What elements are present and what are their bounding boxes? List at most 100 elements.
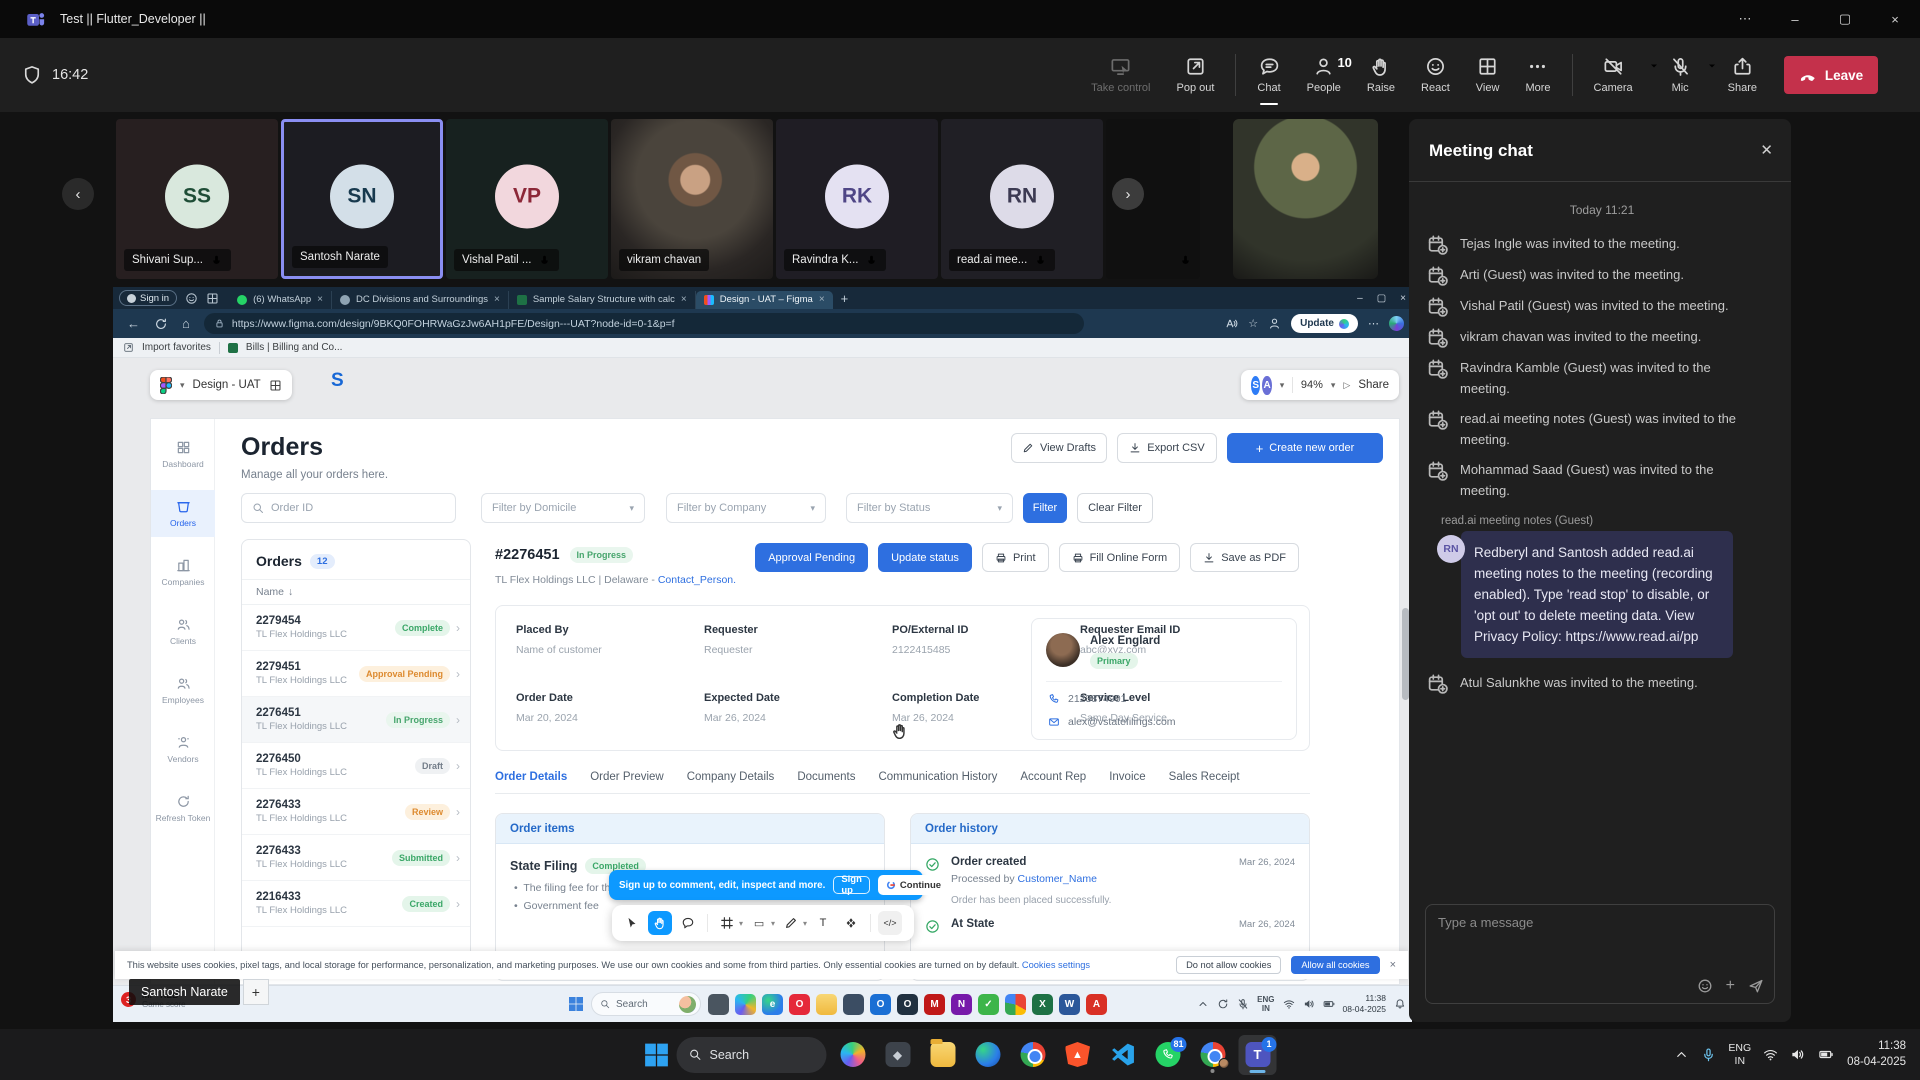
message-input[interactable]: Type a message +	[1425, 904, 1775, 1004]
battery-icon[interactable]	[1323, 998, 1335, 1010]
import-favorites[interactable]: Import favorites	[142, 342, 211, 353]
copilot-app[interactable]	[834, 1035, 872, 1075]
teams-app[interactable]: T 1	[1239, 1035, 1277, 1075]
start-button[interactable]	[644, 1042, 670, 1068]
calculator-icon[interactable]	[843, 994, 864, 1015]
tab-close-icon[interactable]: ×	[494, 294, 500, 305]
participant-tile[interactable]: RN read.ai mee...	[941, 119, 1103, 279]
word-icon[interactable]: W	[1059, 994, 1080, 1015]
present-icon[interactable]: ▷	[1343, 380, 1350, 391]
control-button[interactable]: People 10	[1294, 38, 1354, 112]
read-aloud-icon[interactable]	[1225, 317, 1238, 330]
favorite-star-icon[interactable]: ☆	[1248, 317, 1258, 330]
edge-icon[interactable]: e	[762, 994, 783, 1015]
strip-prev-button[interactable]: ‹	[62, 178, 94, 210]
chat-messages[interactable]: Today 11:21 Tejas Ingle was invited to t…	[1427, 193, 1777, 882]
control-button[interactable]: View	[1463, 38, 1513, 112]
save-as-pdf-button[interactable]: Save as PDF	[1190, 543, 1299, 572]
sidebar-item[interactable]: Employees	[151, 667, 215, 714]
edge-app[interactable]	[969, 1035, 1007, 1075]
control-button[interactable]	[1235, 54, 1236, 96]
acrobat-icon[interactable]: A	[1086, 994, 1107, 1015]
create-order-button[interactable]: +Create new order	[1227, 433, 1383, 463]
dev-mode-icon[interactable]: </>	[878, 911, 902, 935]
window-close-button[interactable]: ×	[1870, 0, 1920, 38]
figma-menu-chevron[interactable]: ▾	[180, 380, 185, 391]
detail-tab[interactable]: Order Preview	[590, 771, 664, 785]
sync-icon[interactable]	[1217, 998, 1229, 1010]
order-row[interactable]: 2216433 TL Flex Holdings LLC Created ›	[242, 881, 470, 927]
tab-close-icon[interactable]: ×	[819, 294, 825, 305]
cookie-close-icon[interactable]: ×	[1390, 959, 1396, 971]
wifi-icon[interactable]	[1763, 1047, 1778, 1062]
fill-online-form-button[interactable]: Fill Online Form	[1059, 543, 1181, 572]
chevron-up-icon[interactable]	[1674, 1047, 1689, 1062]
order-row[interactable]: 2276433 TL Flex Holdings LLC Submitted ›	[242, 835, 470, 881]
control-button[interactable]: Take control	[1078, 38, 1163, 112]
print-button[interactable]: Print	[982, 543, 1049, 572]
leave-button[interactable]: Leave	[1784, 56, 1878, 94]
window-minimize-button[interactable]: –	[1770, 0, 1820, 38]
hand-tool-icon[interactable]	[648, 911, 672, 935]
control-button[interactable]: Share	[1715, 38, 1770, 112]
mcafee-icon[interactable]: M	[924, 994, 945, 1015]
brave-app[interactable]: ▲	[1059, 1035, 1097, 1075]
copilot-tab-icon[interactable]	[185, 292, 198, 305]
customer-link[interactable]: Customer_Name	[1018, 873, 1097, 885]
sidebar-item[interactable]: Refresh Token	[151, 785, 215, 832]
opera-icon[interactable]: O	[789, 994, 810, 1015]
chrome-notif-icon[interactable]	[1005, 994, 1026, 1015]
window-more-button[interactable]: ⋯	[1720, 0, 1770, 38]
folder-icon[interactable]	[816, 994, 837, 1015]
clock[interactable]: 11:3808-04-2025	[1847, 1039, 1906, 1070]
chevron-up-icon[interactable]	[1197, 998, 1209, 1010]
approval-pending-button[interactable]: Approval Pending	[755, 543, 868, 572]
filter-status-select[interactable]: Filter by Status▾	[846, 493, 1013, 523]
control-button[interactable]: Mic	[1657, 38, 1715, 112]
detail-tab[interactable]: Order Details	[495, 771, 567, 785]
control-button[interactable]: Camera	[1581, 38, 1657, 112]
participant-tile[interactable]: SN Santosh Narate	[281, 119, 443, 279]
shape-tool-icon[interactable]: ▭	[747, 911, 771, 935]
participant-tile[interactable]: VP Vishal Patil ...	[446, 119, 608, 279]
shared-clock[interactable]: 11:3808-04-2025	[1343, 993, 1386, 1015]
detail-tab[interactable]: Invoice	[1109, 771, 1145, 785]
browser-close[interactable]: ×	[1400, 293, 1406, 304]
speaker-icon[interactable]	[1303, 998, 1315, 1010]
new-tab-button[interactable]: +	[841, 291, 849, 306]
sidebar-item[interactable]: Companies	[151, 549, 215, 596]
order-row[interactable]: 2276451 TL Flex Holdings LLC In Progress…	[242, 697, 470, 743]
participant-tile[interactable]: RK Ravindra K...	[776, 119, 938, 279]
tab-close-icon[interactable]: ×	[681, 294, 687, 305]
filter-apply-button[interactable]: Filter	[1023, 493, 1067, 523]
language-indicator[interactable]: ENGIN	[1257, 995, 1274, 1013]
essentials-icon[interactable]	[1268, 317, 1281, 330]
order-row[interactable]: 2276433 TL Flex Holdings LLC Review ›	[242, 789, 470, 835]
chrome-app[interactable]	[1014, 1035, 1052, 1075]
figma-doc-title[interactable]: Design - UAT	[193, 379, 261, 391]
update-button[interactable]: Update	[1291, 314, 1358, 333]
tab-close-icon[interactable]: ×	[317, 294, 323, 305]
allow-cookies-button[interactable]: Allow all cookies	[1291, 956, 1379, 974]
copilot-icon[interactable]	[735, 994, 756, 1015]
sidebar-item[interactable]: Orders	[151, 490, 215, 537]
shared-search-box[interactable]: Search	[591, 992, 701, 1016]
window-maximize-button[interactable]: ▢	[1820, 0, 1870, 38]
list-column-header[interactable]: Name↓	[242, 579, 470, 605]
onenote-icon[interactable]: N	[951, 994, 972, 1015]
recall-app[interactable]: ◆	[879, 1035, 917, 1075]
browser-tab[interactable]: DC Divisions and Surroundings ×	[332, 291, 509, 309]
participant-tile[interactable]: SS Shivani Sup...	[116, 119, 278, 279]
browser-more-icon[interactable]: ⋯	[1368, 317, 1379, 330]
back-icon[interactable]: ←	[127, 316, 140, 331]
wifi-icon[interactable]	[1283, 998, 1295, 1010]
sidebar-item[interactable]: Vendors	[151, 726, 215, 773]
contact-person-link[interactable]: Contact_Person.	[658, 574, 736, 586]
order-row[interactable]: 2279451 TL Flex Holdings LLC Approval Pe…	[242, 651, 470, 697]
url-field[interactable]: https://www.figma.com/design/9BKQ0FOHRWa…	[204, 313, 1084, 334]
avatar-s[interactable]: S	[1251, 376, 1260, 395]
layout-icon[interactable]	[269, 379, 282, 392]
control-button[interactable]: Chat	[1244, 38, 1293, 112]
home-icon[interactable]: ⌂	[182, 316, 190, 331]
zoom-chevron[interactable]: ▾	[1331, 380, 1336, 391]
